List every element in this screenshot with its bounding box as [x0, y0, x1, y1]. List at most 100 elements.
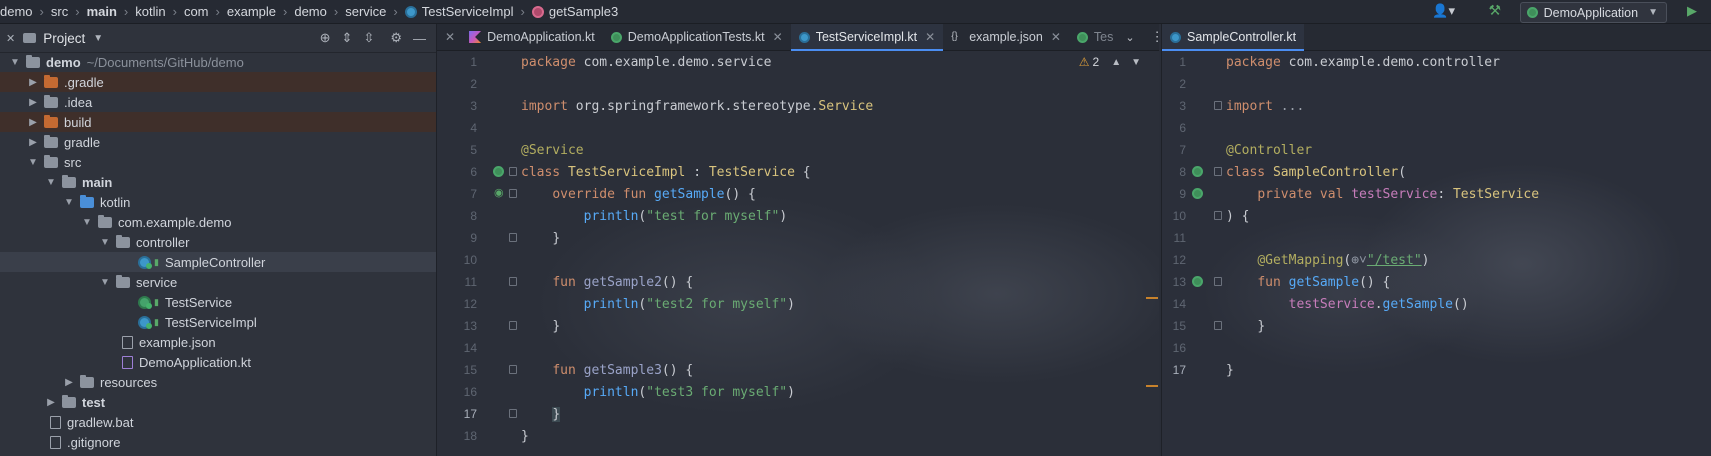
fold-icon[interactable] [1214, 167, 1222, 176]
gear-icon[interactable]: ⚙ [390, 30, 402, 46]
breadcrumb-service[interactable]: service [345, 4, 386, 19]
warning-stripe[interactable] [1146, 385, 1158, 387]
more-icon[interactable]: ⋮ [1143, 24, 1159, 50]
tab-truncated[interactable]: Tes [1069, 24, 1117, 50]
tree-item-testservice[interactable]: ▮ TestService [0, 292, 436, 312]
fold-icon[interactable] [509, 167, 517, 176]
hammer-icon[interactable]: ⚒ [1488, 2, 1501, 19]
fold-icon[interactable] [509, 233, 517, 242]
run-icon[interactable]: ▶ [1687, 3, 1697, 19]
folded-imports[interactable]: ... [1273, 99, 1305, 114]
breadcrumb-kotlin[interactable]: kotlin [135, 4, 165, 19]
breadcrumb-example[interactable]: example [227, 4, 276, 19]
code-text: } [1226, 362, 1234, 378]
chevron-down-icon[interactable]: ▼ [82, 217, 92, 228]
tree-item-example-json[interactable]: example.json [0, 332, 436, 352]
chevron-right-icon[interactable]: ▶ [28, 97, 38, 108]
project-title[interactable]: Project [43, 31, 85, 46]
tab-testserviceimpl[interactable]: TestServiceImpl.kt ✕ [790, 24, 944, 51]
breadcrumb-demo-pkg[interactable]: demo [294, 4, 327, 19]
close-icon[interactable]: ✕ [925, 30, 935, 44]
locate-icon[interactable]: ⊕ [320, 30, 331, 46]
chevron-down-icon[interactable]: ▼ [64, 197, 74, 208]
expand-all-icon[interactable]: ⇕ [342, 30, 353, 46]
close-icon[interactable]: ✕ [437, 24, 461, 50]
chevron-right-icon[interactable]: ▶ [64, 377, 74, 388]
chevron-right-icon[interactable]: ▶ [28, 117, 38, 128]
fold-icon[interactable] [1214, 277, 1222, 286]
breadcrumb-main[interactable]: main [87, 4, 117, 19]
fold-icon[interactable] [509, 321, 517, 330]
run-configuration-select[interactable]: DemoApplication ▼ [1519, 2, 1667, 23]
chevron-right-icon[interactable]: ▶ [28, 77, 38, 88]
spring-bean-icon[interactable] [493, 166, 504, 177]
fold-icon[interactable] [509, 409, 517, 418]
tree-item-main[interactable]: ▼ main [0, 172, 436, 192]
tree-item-samplecontroller[interactable]: ▮ SampleController [0, 252, 436, 272]
breadcrumb-label: com [183, 4, 209, 19]
chevron-down-icon[interactable]: ⌄ [1117, 24, 1142, 50]
breadcrumb-demo[interactable]: demo [0, 4, 33, 19]
spring-autowired-icon[interactable] [1192, 188, 1203, 199]
tree-item-src[interactable]: ▼ src [0, 152, 436, 172]
tree-item-kotlin[interactable]: ▼ kotlin [0, 192, 436, 212]
breadcrumb-testserviceimpl[interactable]: TestServiceImpl [404, 4, 514, 19]
property-name: testService [1288, 296, 1375, 312]
tree-item-gitignore[interactable]: .gitignore [0, 432, 436, 452]
breadcrumb-src[interactable]: src [51, 4, 68, 19]
minimize-icon[interactable]: — [413, 31, 426, 46]
close-icon[interactable]: ✕ [1051, 30, 1061, 44]
tab-demoapplicationtests[interactable]: DemoApplicationTests.kt ✕ [603, 24, 791, 50]
folder-icon [62, 394, 76, 408]
chevron-down-icon[interactable]: ▼ [28, 157, 38, 168]
request-mapping-icon[interactable] [1192, 276, 1203, 287]
code-area[interactable]: 1 package com.example.demo.controller 2 3… [1162, 51, 1711, 456]
chevron-down-icon[interactable]: ▼ [93, 33, 103, 44]
string-literal[interactable]: "/test" [1367, 253, 1422, 268]
spring-bean-icon[interactable] [1192, 166, 1203, 177]
tree-item-gradle[interactable]: ▶ gradle [0, 132, 436, 152]
close-icon[interactable]: ✕ [6, 32, 15, 45]
tab-samplecontroller[interactable]: SampleController.kt [1162, 24, 1305, 51]
chevron-right-icon[interactable]: ▶ [28, 137, 38, 148]
tree-item-idea[interactable]: ▶ .idea [0, 92, 436, 112]
chevron-right-icon[interactable]: ▶ [46, 397, 56, 408]
tree-item-demoapplication[interactable]: DemoApplication.kt [0, 352, 436, 372]
web-endpoint-icon[interactable]: ⊕˅ [1351, 253, 1367, 268]
tree-item-gradle-cache[interactable]: ▶ .gradle [0, 72, 436, 92]
tree-item-service[interactable]: ▼ service [0, 272, 436, 292]
user-icon[interactable]: 👤▾ [1432, 3, 1455, 19]
tree-item-testserviceimpl[interactable]: ▮ TestServiceImpl [0, 312, 436, 332]
tree-item-label: .gitignore [67, 434, 121, 450]
chevron-down-icon[interactable]: ▼ [10, 57, 20, 68]
tree-item-build[interactable]: ▶ build [0, 112, 436, 132]
tab-demoapplication[interactable]: DemoApplication.kt [461, 24, 603, 50]
breadcrumb-getsample3[interactable]: getSample3 [531, 4, 618, 19]
fold-icon[interactable] [1214, 321, 1222, 330]
test-class-icon [1076, 31, 1088, 43]
collapse-all-icon[interactable]: ⇳ [363, 30, 374, 46]
code-area[interactable]: 1 package com.example.demo.service 2 3 imp… [437, 51, 1159, 456]
tree-item-gradlew-bat[interactable]: gradlew.bat [0, 412, 436, 432]
fold-icon[interactable] [509, 189, 517, 198]
warning-stripe[interactable] [1146, 297, 1158, 299]
chevron-down-icon[interactable]: ▼ [46, 177, 56, 188]
tab-example-json[interactable]: {} example.json ✕ [943, 24, 1069, 50]
tree-item-demo[interactable]: ▼ demo ~/Documents/GitHub/demo [0, 52, 436, 72]
chevron-down-icon[interactable]: ▼ [100, 237, 110, 248]
tree-item-test[interactable]: ▶ test [0, 392, 436, 412]
tree-item-controller[interactable]: ▼ controller [0, 232, 436, 252]
keyword: import [1226, 98, 1273, 114]
override-icon[interactable]: ◉ [494, 186, 504, 199]
chevron-down-icon[interactable]: ▼ [100, 277, 110, 288]
close-icon[interactable]: ✕ [773, 30, 783, 44]
breadcrumb-com[interactable]: com [184, 4, 209, 19]
folder-icon [44, 74, 58, 88]
fold-icon[interactable] [509, 277, 517, 286]
code-line: 2 [1162, 73, 1711, 95]
fold-icon[interactable] [509, 365, 517, 374]
tree-item-com-example-demo[interactable]: ▼ com.example.demo [0, 212, 436, 232]
fold-icon[interactable] [1214, 101, 1222, 110]
fold-icon[interactable] [1214, 211, 1222, 220]
tree-item-resources[interactable]: ▶ resources [0, 372, 436, 392]
